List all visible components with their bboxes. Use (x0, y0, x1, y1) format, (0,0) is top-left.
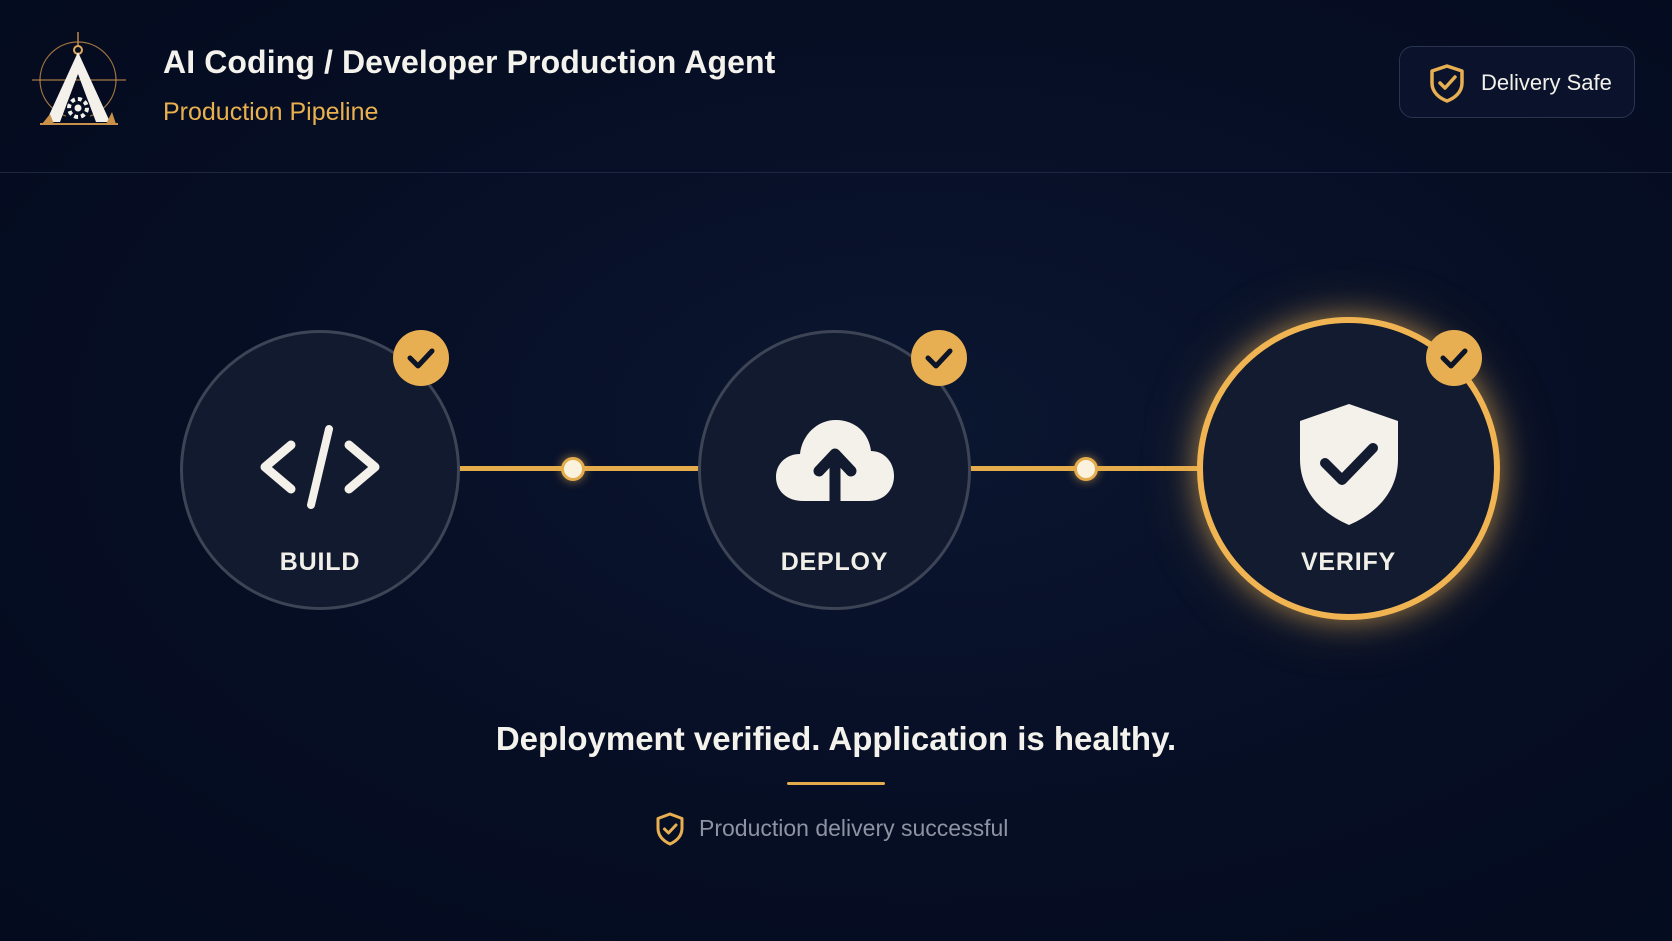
check-icon (1426, 330, 1482, 386)
shield-check-icon (1294, 401, 1404, 527)
status-divider (787, 782, 885, 785)
connector-node (561, 457, 585, 481)
page-subtitle: Production Pipeline (163, 98, 379, 126)
page-title: AI Coding / Developer Production Agent (163, 44, 776, 80)
header: AI Coding / Developer Production Agent P… (0, 0, 1672, 173)
page: AI Coding / Developer Production Agent P… (0, 0, 1672, 941)
stage-label: DEPLOY (780, 548, 889, 576)
delivery-safe-badge[interactable]: Delivery Safe (1399, 46, 1635, 118)
code-brackets-icon (255, 423, 385, 513)
check-icon (393, 330, 449, 386)
status-sub-text: Production delivery successful (699, 815, 1009, 841)
shield-check-icon (1428, 63, 1466, 103)
stage-label: VERIFY (1300, 548, 1397, 576)
connector-node (1074, 457, 1098, 481)
check-icon (911, 330, 967, 386)
cloud-upload-icon (773, 411, 897, 507)
status-message: Deployment verified. Application is heal… (495, 720, 1177, 757)
delivery-safe-label: Delivery Safe (1481, 70, 1612, 95)
compass-gear-logo-icon (30, 30, 130, 130)
stage-label: BUILD (279, 548, 361, 576)
shield-check-icon (655, 812, 685, 846)
